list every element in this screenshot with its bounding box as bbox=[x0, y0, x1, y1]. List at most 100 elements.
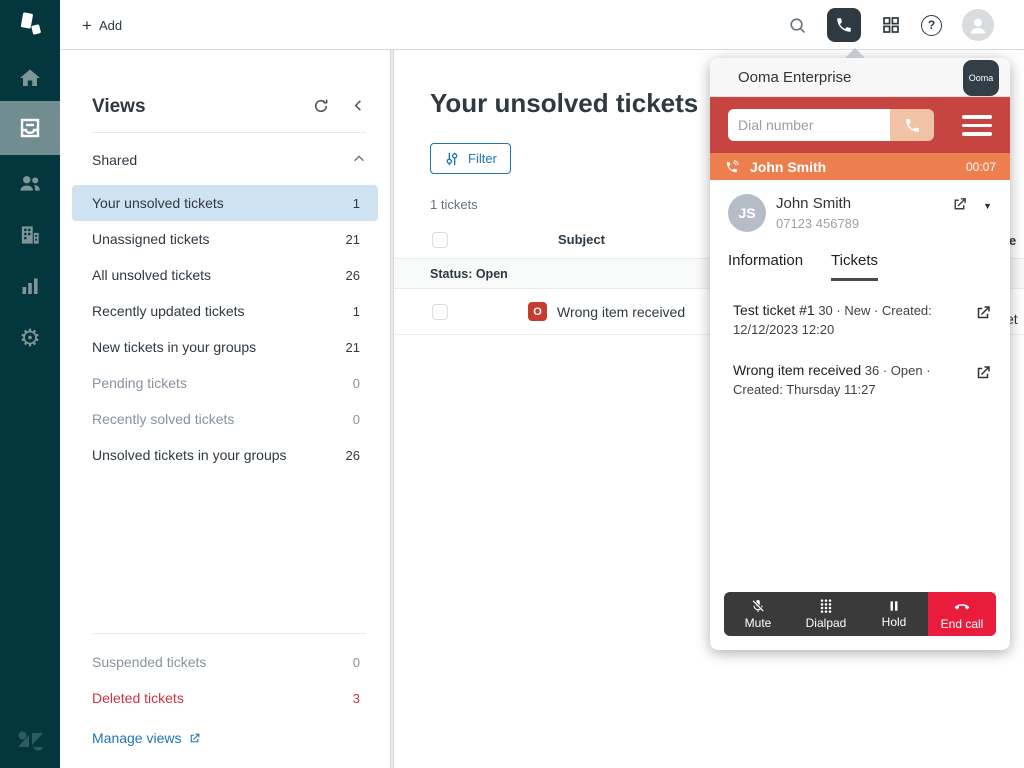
dialpad-label: Dialpad bbox=[805, 616, 847, 630]
contact-name: John Smith bbox=[776, 195, 852, 212]
view-item-label: Unassigned tickets bbox=[92, 231, 210, 247]
widget-ticket-title: Test ticket #1 bbox=[733, 302, 815, 318]
people-icon bbox=[20, 176, 40, 191]
active-call-bar[interactable]: John Smith 00:07 bbox=[710, 153, 1010, 180]
phone-icon bbox=[837, 18, 851, 32]
help-button[interactable]: ? bbox=[921, 14, 942, 36]
bar-chart-icon bbox=[22, 278, 38, 294]
sidebar-item-home[interactable] bbox=[0, 52, 60, 104]
view-item-count: 21 bbox=[345, 231, 360, 247]
apps-button[interactable] bbox=[881, 15, 901, 35]
call-timer: 00:07 bbox=[965, 159, 996, 174]
ooma-logo: Ooma bbox=[963, 60, 999, 96]
divider bbox=[92, 633, 366, 634]
widget-ticket-title: Wrong item received bbox=[733, 362, 862, 378]
user-avatar[interactable] bbox=[962, 9, 994, 41]
view-item-count: 1 bbox=[352, 195, 360, 211]
widget-pointer-arrow bbox=[845, 48, 865, 58]
views-panel-footer: Suspended tickets 0 Deleted tickets 3 Ma… bbox=[60, 633, 390, 754]
page-title: Your unsolved tickets bbox=[430, 88, 699, 118]
dial-number-input[interactable] bbox=[728, 109, 890, 141]
sidebar-item-customers[interactable] bbox=[0, 157, 60, 209]
view-item-unsolved-in-groups[interactable]: Unsolved tickets in your groups 26 bbox=[72, 437, 378, 473]
call-controls-bar: Mute Dialpad Hold End call bbox=[724, 592, 996, 636]
view-item-label: All unsolved tickets bbox=[92, 267, 212, 283]
status-badge: O bbox=[528, 302, 547, 321]
hamburger-icon bbox=[962, 115, 992, 119]
view-item-deleted[interactable]: Deleted tickets 3 bbox=[72, 680, 378, 716]
divider bbox=[92, 132, 366, 133]
phone-icon bbox=[905, 118, 919, 132]
view-item-label: Deleted tickets bbox=[92, 690, 184, 706]
ticket-subject-link[interactable]: Wrong item received bbox=[557, 304, 685, 320]
gear-icon: ⚙ bbox=[19, 325, 41, 352]
manage-views-link[interactable]: Manage views bbox=[92, 722, 378, 754]
phone-app-button[interactable] bbox=[827, 8, 861, 42]
view-item-count: 26 bbox=[345, 267, 360, 283]
shared-section-header[interactable]: Shared bbox=[92, 147, 366, 173]
view-item-suspended[interactable]: Suspended tickets 0 bbox=[72, 644, 378, 680]
end-call-icon bbox=[954, 604, 970, 610]
view-item-your-unsolved[interactable]: Your unsolved tickets 1 bbox=[72, 185, 378, 221]
search-icon bbox=[790, 17, 806, 33]
chevron-left-icon bbox=[354, 100, 361, 111]
view-item-new-in-groups[interactable]: New tickets in your groups 21 bbox=[72, 329, 378, 365]
collapse-panel-button[interactable] bbox=[351, 98, 366, 119]
hold-button[interactable]: Hold bbox=[860, 592, 928, 636]
nav-rail: ⚙ bbox=[0, 0, 60, 768]
sidebar-item-reporting[interactable] bbox=[0, 260, 60, 312]
widget-ticket-list: Test ticket #1 30 · New · Created: 12/12… bbox=[710, 301, 1010, 399]
view-item-recently-updated[interactable]: Recently updated tickets 1 bbox=[72, 293, 378, 329]
sidebar-item-admin[interactable]: ⚙ bbox=[0, 313, 60, 365]
view-item-pending[interactable]: Pending tickets 0 bbox=[72, 365, 378, 401]
question-mark-icon: ? bbox=[927, 18, 936, 32]
mute-button[interactable]: Mute bbox=[724, 592, 792, 636]
add-button-label: Add bbox=[98, 17, 123, 33]
ticket-count: 1 tickets bbox=[430, 197, 478, 212]
view-item-unassigned[interactable]: Unassigned tickets 21 bbox=[72, 221, 378, 257]
tab-information[interactable]: Information bbox=[728, 252, 803, 281]
view-item-count: 3 bbox=[352, 690, 360, 706]
search-button[interactable] bbox=[788, 16, 807, 35]
sidebar-item-views[interactable] bbox=[0, 101, 60, 155]
widget-tabs: Information Tickets bbox=[710, 252, 1010, 281]
view-item-all-unsolved[interactable]: All unsolved tickets 26 bbox=[72, 257, 378, 293]
contact-section: JS John Smith 07123 456789 ▼ bbox=[710, 180, 1010, 248]
widget-header: Ooma Enterprise Ooma bbox=[710, 58, 1010, 97]
open-contact-button[interactable] bbox=[951, 196, 968, 218]
view-item-label: New tickets in your groups bbox=[92, 339, 257, 355]
contact-dropdown-button[interactable]: ▼ bbox=[983, 201, 992, 211]
refresh-views-button[interactable] bbox=[313, 98, 329, 119]
filter-button-label: Filter bbox=[468, 151, 497, 166]
zendesk-logo-icon bbox=[20, 12, 41, 35]
select-all-checkbox[interactable] bbox=[432, 232, 448, 248]
zendesk-brand-icon[interactable] bbox=[14, 9, 46, 41]
filter-button[interactable]: Filter bbox=[430, 143, 511, 174]
tab-tickets[interactable]: Tickets bbox=[831, 252, 878, 281]
plus-icon: + bbox=[82, 15, 92, 35]
sidebar-item-organizations[interactable] bbox=[0, 209, 60, 261]
widget-ticket-summary: Test ticket #1 30 · New · Created: 12/12… bbox=[733, 301, 962, 339]
widget-menu-button[interactable] bbox=[962, 115, 992, 136]
top-bar: + Add ? bbox=[60, 0, 1024, 50]
open-ticket-button[interactable] bbox=[974, 304, 992, 339]
open-ticket-button[interactable] bbox=[974, 364, 992, 399]
dialpad-button[interactable]: Dialpad bbox=[792, 592, 860, 636]
panel-resize-divider[interactable] bbox=[390, 50, 394, 768]
view-item-recently-solved[interactable]: Recently solved tickets 0 bbox=[72, 401, 378, 437]
view-item-label: Recently solved tickets bbox=[92, 411, 235, 427]
end-call-button[interactable]: End call bbox=[928, 592, 996, 636]
grid-icon bbox=[883, 17, 899, 33]
person-icon bbox=[970, 18, 986, 34]
caller-name: John Smith bbox=[750, 158, 827, 175]
dial-call-button[interactable] bbox=[890, 109, 934, 141]
caret-down-icon: ▼ bbox=[983, 201, 992, 211]
add-button[interactable]: + Add bbox=[72, 10, 132, 40]
list-item: Test ticket #1 30 · New · Created: 12/12… bbox=[733, 301, 992, 339]
end-call-label: End call bbox=[940, 617, 984, 631]
chevron-up-icon bbox=[352, 152, 366, 169]
view-item-label: Recently updated tickets bbox=[92, 303, 245, 319]
views-panel: Views Shared Your unsolved tickets 1 Una… bbox=[60, 50, 390, 768]
view-item-label: Unsolved tickets in your groups bbox=[92, 447, 287, 463]
row-checkbox[interactable] bbox=[432, 304, 448, 320]
